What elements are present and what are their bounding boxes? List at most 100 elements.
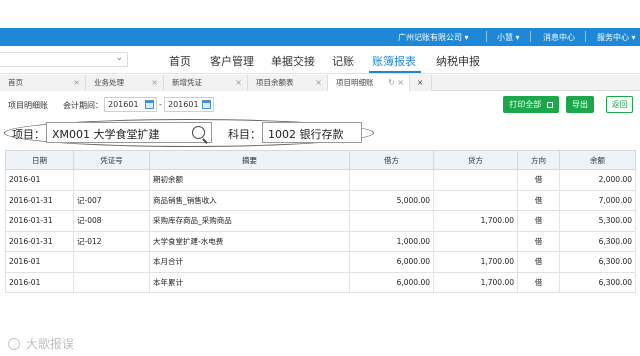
cell-credit: 1,700.00 <box>433 210 518 232</box>
nav-item-bookkeeping[interactable]: 记账 <box>332 53 354 69</box>
nav-item-tax[interactable]: 纳税申报 <box>436 53 480 69</box>
cell-date: 2016-01-31 <box>5 189 74 211</box>
close-icon: × <box>417 78 424 87</box>
client-dropdown[interactable]: ⌄ <box>0 52 128 67</box>
report-toolbar: 项目明细账 会计期间： 201601 - 201601 打印全部 导出 返回 <box>0 93 640 117</box>
cell-summary: 本年累计 <box>149 271 350 293</box>
service-center-menu[interactable]: 服务中心 ▾ <box>597 32 636 43</box>
project-selector[interactable]: XM001 大学食堂扩建 <box>46 122 212 143</box>
period-label: 会计期间： <box>63 101 103 110</box>
cell-date: 2016-01-31 <box>5 210 74 232</box>
table-header-row: 日期 凭证号 摘要 借方 贷方 方向 余额 <box>5 150 636 170</box>
cell-debit: 6,000.00 <box>349 251 434 273</box>
cell-direction: 借 <box>517 189 560 211</box>
cell-balance: 2,000.00 <box>559 169 636 191</box>
cell-voucher[interactable] <box>73 251 150 273</box>
top-bar: 广州记账有限公司 ▾ 小慧 ▾ 消息中心 服务中心 ▾ <box>0 28 640 46</box>
col-header-voucher[interactable]: 凭证号 <box>73 150 150 170</box>
nav-item-home[interactable]: 首页 <box>169 53 191 69</box>
cell-balance: 6,300.00 <box>559 271 636 293</box>
table-row[interactable]: 2016-01-31 记-012 大学食堂扩建-水电费 1,000.00 借 6… <box>5 230 636 252</box>
tab-home[interactable]: 首页 × <box>0 75 86 91</box>
tab-business[interactable]: 业务处理 × <box>86 75 164 91</box>
cell-voucher[interactable] <box>73 271 150 293</box>
table-row[interactable]: 2016-01 本月合计 6,000.00 1,700.00 借 6,300.0… <box>5 251 636 273</box>
company-selector[interactable]: 广州记账有限公司 ▾ <box>398 32 469 43</box>
table-row[interactable]: 2016-01-31 记-007 商品销售_销售收入 5,000.00 借 7,… <box>5 189 636 211</box>
cell-summary: 商品销售_销售收入 <box>149 189 350 211</box>
cell-date: 2016-01 <box>5 251 74 273</box>
main-nav: ⌄ 首页 客户管理 单据交接 记账 账簿报表 纳税申报 <box>0 46 640 74</box>
subject-value: 1002 银行存款 <box>268 128 344 141</box>
print-all-label: 打印全部 <box>509 100 542 109</box>
close-icon[interactable]: × <box>235 75 242 91</box>
col-header-debit[interactable]: 借方 <box>349 150 434 170</box>
tab-project-balance[interactable]: 项目余额表 × <box>248 75 328 91</box>
active-nav-indicator <box>369 71 421 73</box>
chevron-down-icon: ⌄ <box>115 53 123 63</box>
cell-voucher[interactable] <box>73 169 150 191</box>
filter-highlight: 项目： XM001 大学食堂扩建 科目： 1002 银行存款 <box>0 118 640 148</box>
nav-item-documents[interactable]: 单据交接 <box>271 53 315 69</box>
cell-voucher[interactable]: 记-012 <box>73 230 150 252</box>
back-button[interactable]: 返回 <box>606 96 633 113</box>
tab-close-all[interactable]: × <box>410 75 432 91</box>
table-row[interactable]: 2016-01-31 记-008 采购库存商品_采购商品 1,700.00 借 … <box>5 210 636 232</box>
export-button[interactable]: 导出 <box>566 96 594 113</box>
tab-label: 首页 <box>8 78 23 87</box>
cell-summary: 期初余额 <box>149 169 350 191</box>
cell-direction: 借 <box>517 271 560 293</box>
cell-voucher[interactable]: 记-007 <box>73 189 150 211</box>
message-center-link[interactable]: 消息中心 <box>543 32 575 43</box>
tab-project-ledger[interactable]: 项目明细账 ↻ × <box>328 75 410 91</box>
close-icon[interactable]: × <box>151 75 158 91</box>
cell-debit <box>349 169 434 191</box>
tab-label: 新增凭证 <box>172 78 202 87</box>
col-header-date[interactable]: 日期 <box>5 150 74 170</box>
col-header-direction[interactable]: 方向 <box>517 150 560 170</box>
cell-balance: 7,000.00 <box>559 189 636 211</box>
cell-debit <box>349 210 434 232</box>
user-menu[interactable]: 小慧 ▾ <box>497 32 520 43</box>
search-icon[interactable] <box>192 126 205 139</box>
col-header-balance[interactable]: 余额 <box>559 150 636 170</box>
print-all-button[interactable]: 打印全部 <box>503 96 559 113</box>
close-icon[interactable]: × <box>73 75 80 91</box>
cell-credit <box>433 230 518 252</box>
cell-date: 2016-01 <box>5 169 74 191</box>
tab-label: 业务处理 <box>94 78 124 87</box>
close-icon[interactable]: × <box>397 75 404 91</box>
calendar-icon[interactable] <box>145 100 154 109</box>
cell-direction: 借 <box>517 251 560 273</box>
period-from-input[interactable]: 201601 <box>104 97 157 112</box>
table-row[interactable]: 2016-01 本年累计 6,000.00 1,700.00 借 6,300.0… <box>5 271 636 293</box>
subject-selector[interactable]: 1002 银行存款 <box>262 122 362 143</box>
nav-item-reports[interactable]: 账簿报表 <box>372 53 416 69</box>
divider <box>486 31 487 42</box>
col-header-credit[interactable]: 贷方 <box>433 150 518 170</box>
divider <box>585 31 586 42</box>
close-icon[interactable]: × <box>315 75 322 91</box>
col-header-summary[interactable]: 摘要 <box>149 150 350 170</box>
project-value: XM001 大学食堂扩建 <box>52 128 160 141</box>
tab-label: 项目明细账 <box>336 78 374 87</box>
cell-date: 2016-01-31 <box>5 230 74 252</box>
cell-balance: 6,300.00 <box>559 230 636 252</box>
tab-bar: 首页 × 业务处理 × 新增凭证 × 项目余额表 × 项目明细账 ↻ × × <box>0 75 640 91</box>
table-row[interactable]: 2016-01 期初余额 借 2,000.00 <box>5 169 636 191</box>
cell-balance: 5,300.00 <box>559 210 636 232</box>
period-dash: - <box>159 100 162 109</box>
cell-summary: 本月合计 <box>149 251 350 273</box>
cell-voucher[interactable]: 记-008 <box>73 210 150 232</box>
tab-new-voucher[interactable]: 新增凭证 × <box>164 75 248 91</box>
refresh-icon[interactable]: ↻ <box>388 75 395 91</box>
page-title: 项目明细账 <box>8 101 48 110</box>
ledger-table-container: 日期 凭证号 摘要 借方 贷方 方向 余额 2016-01 期初余额 借 2,0… <box>5 150 636 293</box>
nav-item-clients[interactable]: 客户管理 <box>210 53 254 69</box>
cell-debit: 6,000.00 <box>349 271 434 293</box>
watermark-text: 大歌报误 <box>25 337 74 351</box>
period-to-input[interactable]: 201601 <box>164 97 214 112</box>
divider <box>530 31 531 42</box>
period-to-value: 201601 <box>168 100 199 109</box>
calendar-icon[interactable] <box>202 100 211 109</box>
